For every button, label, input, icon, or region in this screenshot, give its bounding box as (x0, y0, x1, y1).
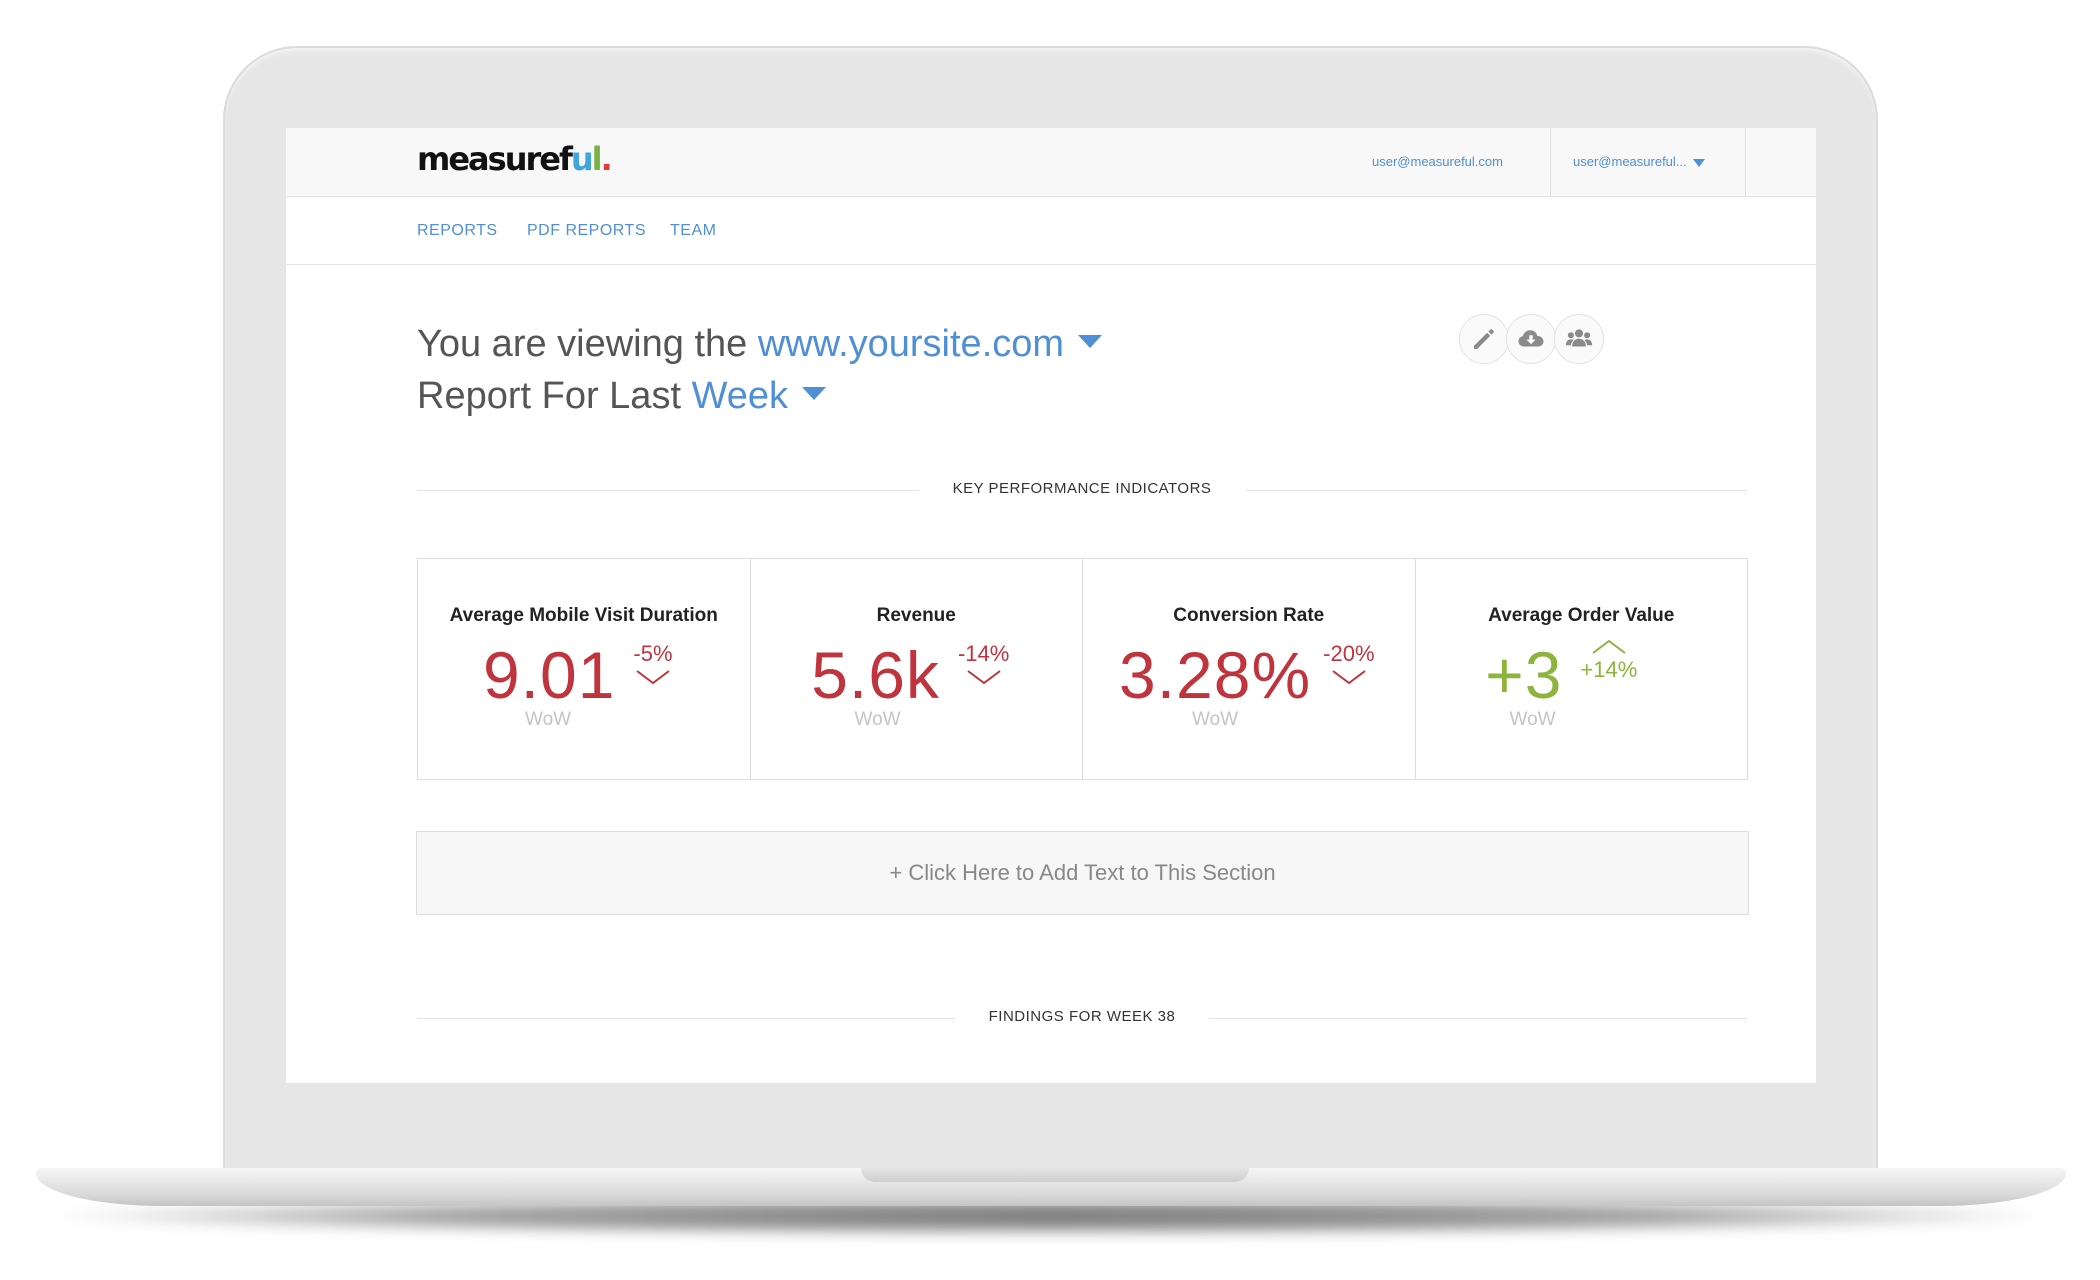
heading-prefix: You are viewing the (417, 323, 748, 365)
heading-line-2: Report For Last Week (417, 370, 1102, 422)
chevron-down-icon (634, 667, 672, 687)
period-caret-down-icon (802, 387, 827, 401)
kpi-value: 3.28% (1119, 638, 1312, 712)
kpi-period: WoW (1509, 709, 1556, 730)
kpi-row: 3.28% -20% (1079, 635, 1415, 715)
kpi-row: +3 +14% (1376, 635, 1748, 715)
period-selector-label: Week (691, 375, 789, 417)
measureful-logo[interactable]: measureful. (417, 140, 613, 178)
laptop-notch (861, 1168, 1249, 1182)
kpi-card[interactable]: Revenue 5.6k -14% WoW (751, 559, 1083, 779)
team-button[interactable] (1554, 314, 1604, 364)
kpi-row: 5.6k -14% (739, 635, 1083, 715)
kpi-delta: -5% (633, 635, 673, 687)
kpi-section-label: KEY PERFORMANCE INDICATORS (918, 480, 1246, 497)
chevron-down-icon (965, 667, 1003, 687)
kpi-title: Conversion Rate (1173, 605, 1325, 626)
top-bar: measureful. user@measureful.com user@mea… (286, 128, 1816, 197)
kpi-change: +14% (1580, 657, 1638, 682)
logo-text-main: measuref (417, 140, 573, 178)
site-caret-down-icon (1078, 335, 1103, 349)
kpi-delta: -14% (958, 635, 1009, 687)
user-email-link[interactable]: user@measureful.com (1372, 154, 1503, 169)
kpi-change: -5% (633, 641, 673, 666)
report-heading: You are viewing the www.yoursite.com Rep… (417, 318, 1103, 422)
team-icon (1565, 329, 1593, 347)
add-text-section-button[interactable]: + Click Here to Add Text to This Section (416, 831, 1749, 915)
kpi-change: -20% (1323, 641, 1375, 666)
kpi-value: 5.6k (811, 638, 940, 712)
nav-team[interactable]: TEAM (670, 222, 716, 240)
kpi-delta: +14% (1580, 635, 1637, 683)
site-selector-label: www.yoursite.com (757, 323, 1065, 365)
heading-period-prefix: Report For Last (417, 375, 681, 417)
edit-button[interactable] (1459, 314, 1509, 364)
period-selector[interactable]: Week (691, 375, 827, 417)
kpi-delta: -20% (1323, 635, 1375, 687)
findings-section-label: FINDINGS FOR WEEK 38 (954, 1008, 1210, 1025)
download-button[interactable] (1506, 314, 1556, 364)
kpi-card[interactable]: Average Order Value +3 +14% WoW (1416, 559, 1748, 779)
site-selector[interactable]: www.yoursite.com (757, 323, 1103, 365)
nav-reports[interactable]: REPORTS (417, 222, 498, 240)
heading-line-1: You are viewing the www.yoursite.com (417, 318, 1103, 370)
logo-text-dot: . (600, 140, 613, 178)
nav-pdf-reports[interactable]: PDF REPORTS (527, 222, 646, 240)
chevron-up-icon (1590, 637, 1628, 657)
kpi-title: Average Mobile Visit Duration (449, 605, 718, 626)
kpi-card[interactable]: Average Mobile Visit Duration 9.01 -5% W… (418, 559, 751, 779)
kpi-change: -14% (957, 641, 1010, 666)
cloud-download-icon (1518, 330, 1544, 347)
main-nav: REPORTS PDF REPORTS TEAM (286, 196, 1816, 265)
logo-text-u: u (570, 140, 594, 178)
kpi-value: 9.01 (482, 638, 616, 712)
kpi-grid: Average Mobile Visit Duration 9.01 -5% W… (417, 558, 1748, 780)
kpi-title: Average Order Value (1488, 605, 1675, 626)
caret-down-icon (1692, 158, 1705, 167)
account-dropdown-label: user@measureful... (1573, 154, 1687, 169)
app-screen: measureful. user@measureful.com user@mea… (286, 128, 1816, 1083)
kpi-value: +3 (1485, 638, 1563, 712)
kpi-title: Revenue (876, 605, 956, 626)
logo-text-l: l (591, 140, 603, 178)
kpi-period: WoW (854, 709, 901, 730)
chevron-down-icon (1330, 667, 1368, 687)
account-dropdown[interactable]: user@measureful... (1550, 128, 1746, 196)
findings-section-divider: FINDINGS FOR WEEK 38 (417, 1008, 1747, 1028)
pencil-icon (1474, 329, 1494, 349)
kpi-period: WoW (1192, 709, 1239, 730)
kpi-section-divider: KEY PERFORMANCE INDICATORS (417, 480, 1747, 500)
kpi-row: 9.01 -5% (406, 635, 750, 715)
kpi-card[interactable]: Conversion Rate 3.28% -20% WoW (1083, 559, 1416, 779)
kpi-period: WoW (525, 709, 572, 730)
